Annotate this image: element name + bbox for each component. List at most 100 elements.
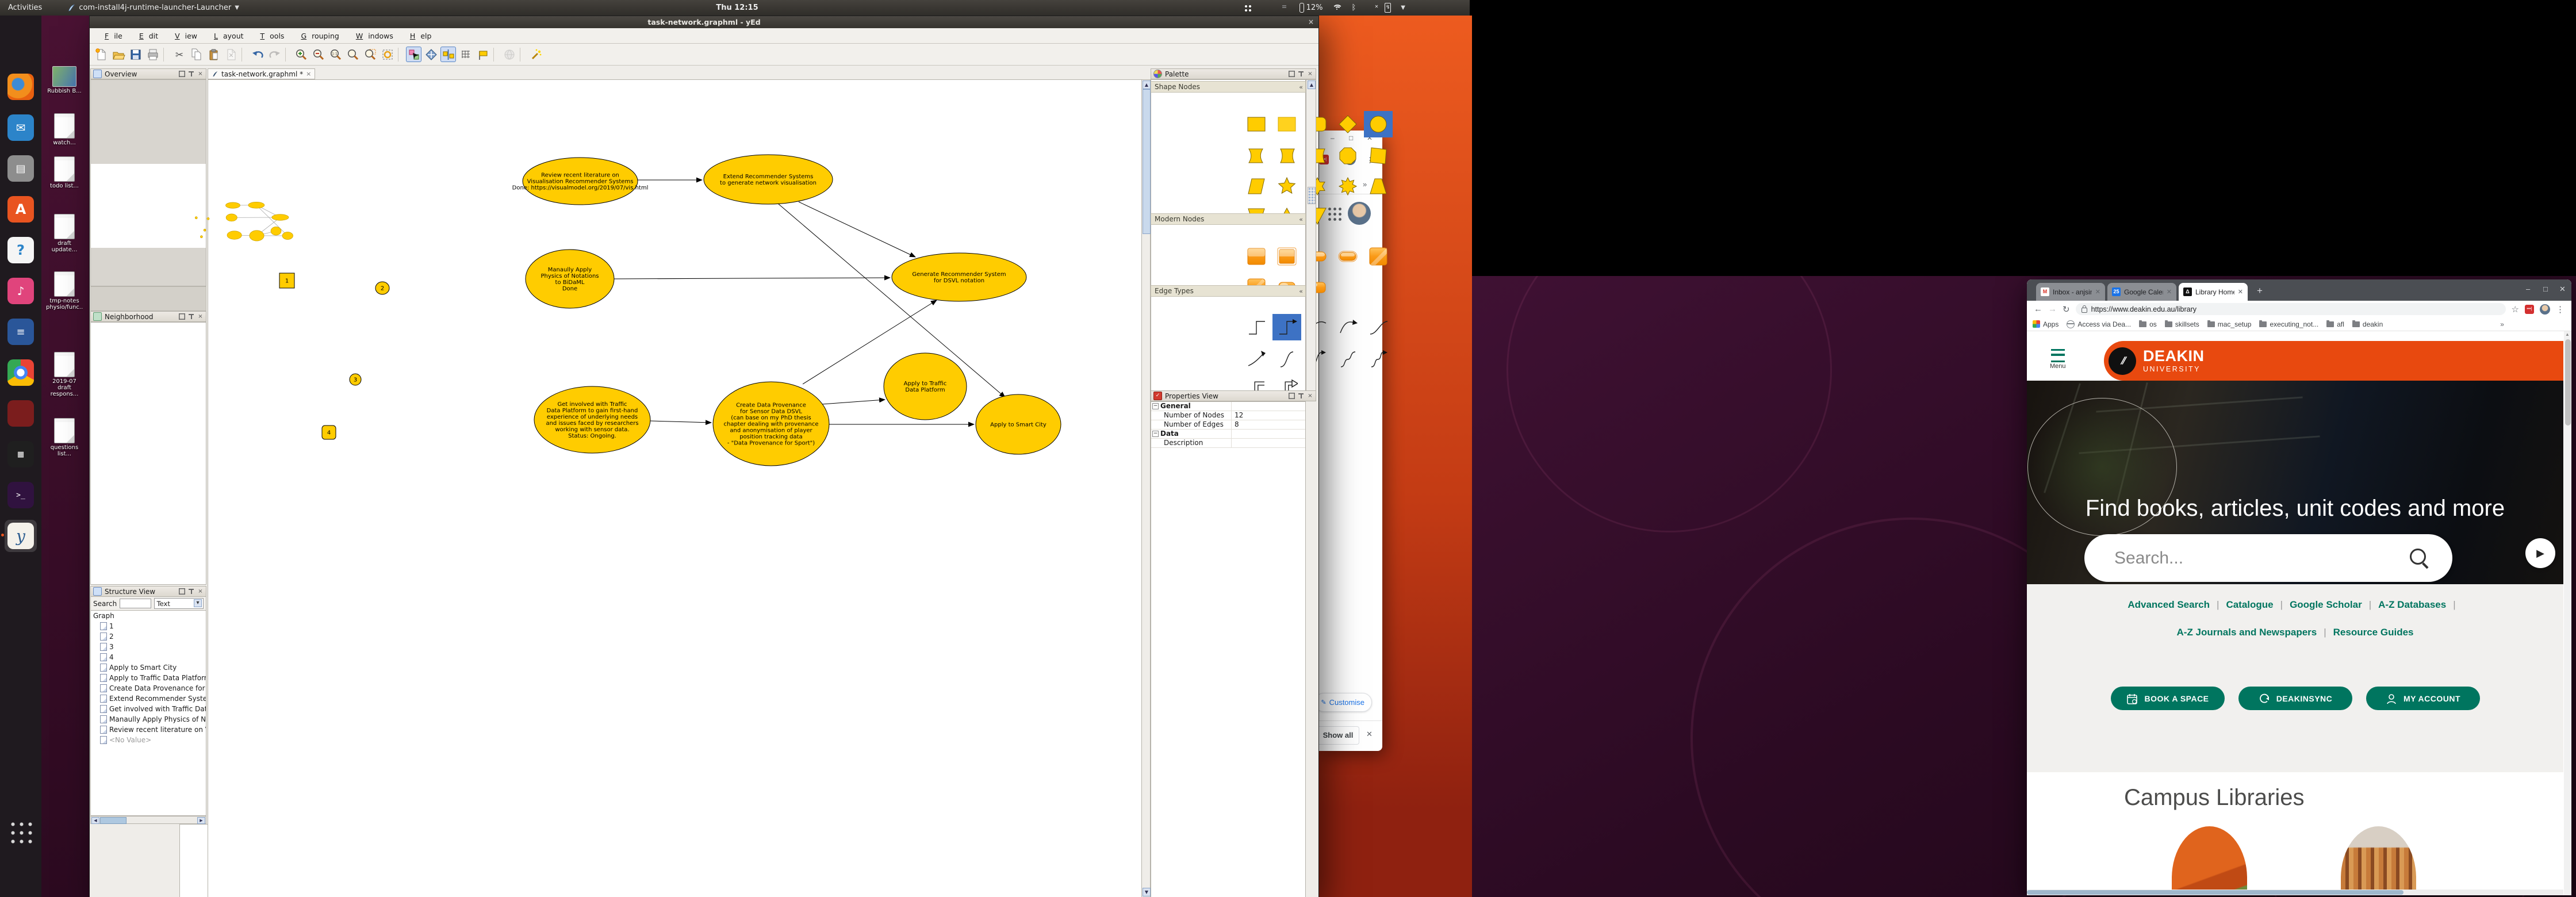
align-horizontal-button[interactable] [440,47,456,62]
maximize-icon[interactable]: □ [2543,285,2548,293]
close-icon[interactable]: × [1307,71,1313,77]
desktop-file[interactable]: watch... [46,113,83,146]
back-icon[interactable]: ← [2034,304,2042,314]
campus-photo-2[interactable] [2341,826,2416,895]
web-export-button[interactable] [501,47,517,62]
menu-windows[interactable]: Windows [346,30,398,41]
collapse-icon[interactable]: « [1299,216,1302,223]
tree-item[interactable]: 4 [91,652,206,662]
magic-wand-button[interactable] [528,47,543,62]
float-icon[interactable] [1289,71,1295,77]
tree-item[interactable]: <No Value> [91,735,206,745]
node-n2[interactable]: 2 [375,282,389,294]
bookmark-executing-not---[interactable]: executing_not... [2259,320,2318,328]
dock-item-yed[interactable]: y [5,520,37,552]
page-hscrollbar[interactable] [2027,890,2563,895]
browser-tab-3[interactable]: ΔLibrary Home | Library✕ [2179,283,2248,301]
pin-icon[interactable] [1298,393,1304,399]
extension-icon[interactable]: •••| [2525,305,2534,314]
tree-item[interactable]: Manaully Apply Physics of No [91,714,206,724]
close-icon[interactable]: × [197,71,204,77]
palette-scrollbar[interactable]: ▲ ▼ [1306,79,1316,401]
tree-item[interactable]: Graph [91,611,206,621]
new-tab-icon[interactable]: + [2257,285,2263,297]
property-row[interactable]: Number of Nodes12 [1151,411,1305,420]
property-row[interactable]: Description [1151,439,1305,448]
edge-type-scurve[interactable]: .eg{fill:none;stroke:#222;stroke-width:1… [1364,314,1393,340]
tree-item[interactable]: Apply to Smart City [91,662,206,673]
menu-layout[interactable]: Layout [204,30,249,41]
float-icon[interactable] [179,313,185,320]
menu-grouping[interactable]: Grouping [290,30,344,41]
palette-section-modern-nodes[interactable]: Modern Nodes« [1151,213,1306,225]
app-menu-button[interactable]: com-install4j-runtime-launcher-Launcher … [67,3,239,12]
show-applications-button[interactable] [5,816,37,848]
canvas-vscrollbar[interactable]: ▲ ▼ [1141,79,1151,897]
menu-edit[interactable]: Edit [129,30,163,41]
dock-item-music[interactable]: ♪ [5,275,37,307]
scroll-thumb[interactable] [1143,89,1151,234]
grid-button[interactable] [458,47,473,62]
bookmark-afl[interactable]: afl [2326,320,2344,328]
properties-panel-header[interactable]: ✓ Properties View × [1151,390,1316,401]
zoom-out-button[interactable] [310,47,326,62]
node-n1[interactable]: 1 [279,273,294,288]
palette-section-edge-types[interactable]: Edge Types« [1151,285,1306,297]
paste-button[interactable] [206,47,221,62]
edge-getinvolved-create[interactable] [650,421,711,423]
dock-item-chrome[interactable] [5,356,37,389]
bookmark-os[interactable]: os [2139,320,2157,328]
collapse-icon[interactable]: « [1299,288,1302,295]
shape-trap[interactable]: .eg{fill:none;stroke:#222;stroke-width:1… [1364,173,1393,200]
overview-minimap[interactable] [179,179,296,263]
page-vscrollbar[interactable]: ▲ [2564,331,2571,895]
link-a-z-databases[interactable]: A-Z Databases [2378,599,2446,610]
modern-bevel[interactable]: .eg{fill:none;stroke:#222;stroke-width:1… [1242,243,1271,270]
zoom-selection-button[interactable] [362,47,378,62]
neighborhood-panel-header[interactable]: Neighborhood × [90,311,206,322]
desktop-file[interactable]: tmp-notes physio/func... [46,271,83,310]
link-a-z-journals-and-newspapers[interactable]: A-Z Journals and Newspapers [2177,627,2317,638]
edge-type-step[interactable]: .eg{fill:none;stroke:#222;stroke-width:1… [1242,314,1271,340]
bookmarks-overflow-icon[interactable]: » [2500,320,2504,328]
address-bar[interactable]: https://www.deakin.edu.au/library [2076,303,2506,315]
dismiss-icon[interactable]: ✕ [1366,730,1373,739]
open-button[interactable] [110,47,126,62]
node-create[interactable]: Create Data Provenancefor Sensor Data DS… [713,382,829,466]
filter-dropdown[interactable]: Text [154,598,204,609]
node-traffic[interactable]: Apply to TrafficData Platform [884,353,967,420]
edge-type-s2[interactable]: .eg{fill:none;stroke:#222;stroke-width:1… [1272,346,1301,372]
pin-icon[interactable] [188,313,194,320]
edge-type-steparrow[interactable]: .eg{fill:none;stroke:#222;stroke-width:1… [1272,314,1301,340]
library-search-box[interactable]: Search... [2084,534,2452,582]
desktop-file[interactable]: 2019-07 draft respons... [46,352,83,397]
fit-content-button[interactable] [379,47,395,62]
node-n3[interactable]: 3 [350,374,361,385]
zoom-magnify-button[interactable] [345,47,361,62]
shape-rect[interactable]: .eg{fill:none;stroke:#222;stroke-width:1… [1242,111,1271,137]
bookmark-apps[interactable]: Apps [2033,320,2058,328]
node-n4[interactable]: 4 [322,425,336,439]
print-button[interactable] [145,47,160,62]
palette-section-shape-nodes[interactable]: Shape Nodes« [1151,81,1306,93]
customise-button[interactable]: ✎Customise [1314,693,1372,712]
overview-panel-header[interactable]: Overview × [90,68,206,79]
activities-button[interactable]: Activities [8,3,42,12]
dock-item-files[interactable]: ▤ [5,152,37,185]
dock-item-terminal[interactable]: >_ [5,479,37,511]
document-tab[interactable]: task-network.graphml * × [208,68,315,79]
delete-button[interactable]: ✕ [223,47,239,62]
node-getinvolved[interactable]: Get involved with TrafficData Platform t… [534,386,650,453]
close-tab-icon[interactable]: ✕ [2238,288,2243,296]
dock-item-firefox[interactable] [5,71,37,103]
bookmark-access-via-dea---[interactable]: Access via Dea... [2067,320,2131,328]
close-tab-icon[interactable]: × [306,70,311,78]
copy-button[interactable] [189,47,204,62]
navigate-button[interactable] [423,47,439,62]
search-input[interactable] [120,599,151,608]
close-icon[interactable]: × [197,588,204,595]
deakinsync-button[interactable]: DEAKINSYNC [2238,687,2352,710]
campus-photo-1[interactable] [2172,826,2247,895]
node-extend[interactable]: Extend Recommender Systemsto generate ne… [704,155,833,204]
property-group[interactable]: Data [1151,430,1305,439]
